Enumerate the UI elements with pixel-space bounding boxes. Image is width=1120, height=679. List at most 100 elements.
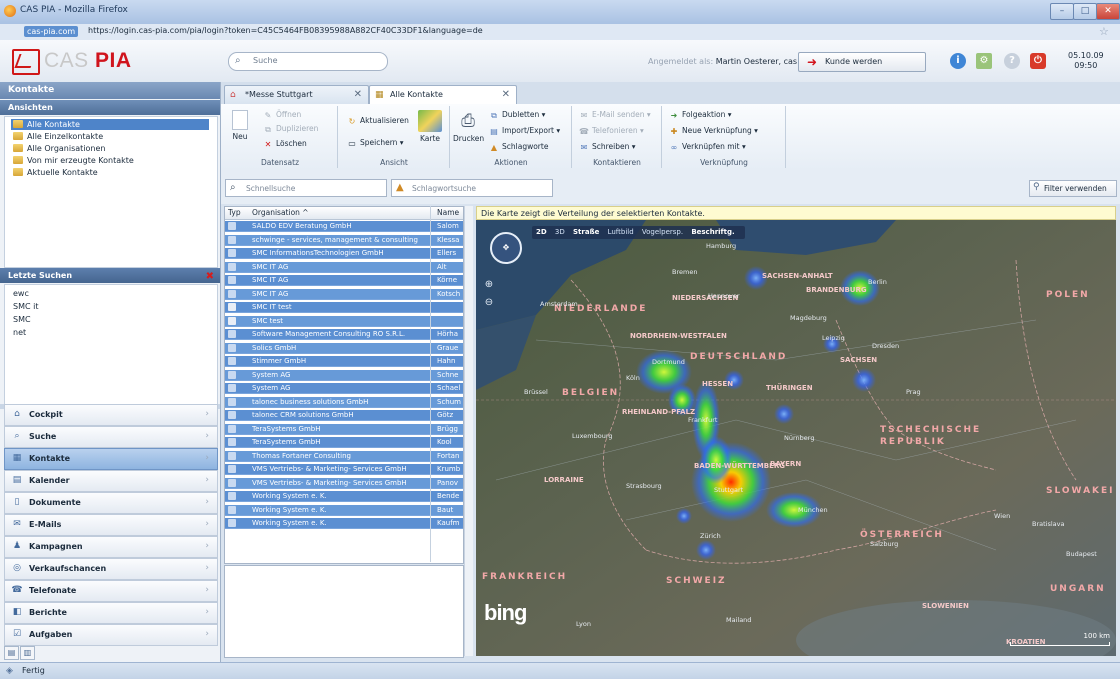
table-row[interactable]: SMC IT AG Alt: [225, 261, 463, 273]
module-berichte[interactable]: ◧ Berichte ›: [4, 602, 218, 624]
table-row[interactable]: SMC IT AG Kotsch: [225, 288, 463, 300]
module-cockpit[interactable]: ⌂ Cockpit ›: [4, 404, 218, 426]
table-row[interactable]: VMS Vertriebs- & Marketing- Services Gmb…: [225, 464, 463, 475]
karte-button[interactable]: Karte: [415, 110, 445, 143]
close-tab-icon[interactable]: ✕: [354, 89, 362, 100]
maximize-icon[interactable]: □: [1073, 3, 1097, 20]
map-mode-luftbild[interactable]: Luftbild: [608, 228, 634, 236]
drucken-button[interactable]: ⎙ Drucken: [453, 110, 484, 143]
folgeaktion-button[interactable]: ➜ Folgeaktion ▾: [669, 110, 732, 120]
table-row[interactable]: Working System e. K. Baut: [225, 504, 463, 516]
table-row[interactable]: TeraSystems GmbH Kool: [225, 437, 463, 448]
view-item-einzelkontakte[interactable]: Alle Einzelkontakte: [11, 131, 209, 142]
schlagwortsuche-input[interactable]: ▲ Schlagwortsuche: [391, 179, 553, 197]
schlagworte-button[interactable]: ▲ Schlagworte: [489, 142, 549, 152]
module-dokumente[interactable]: ▯ Dokumente ›: [4, 492, 218, 514]
loeschen-button[interactable]: ✕ Löschen: [263, 139, 307, 149]
module-kalender[interactable]: ▤ Kalender ›: [4, 470, 218, 492]
table-row[interactable]: schwinge - services, management & consul…: [225, 234, 463, 246]
recent-search-item[interactable]: net: [13, 328, 26, 337]
table-row[interactable]: SMC IT AG Körne: [225, 275, 463, 286]
table-row[interactable]: Stimmer GmbH Hahn: [225, 356, 463, 367]
table-row[interactable]: SMC InformationsTechnologien GmbH Ellers: [225, 248, 463, 259]
column-typ[interactable]: Typ: [228, 208, 241, 217]
duplizieren-button[interactable]: ⧉ Duplizieren: [263, 124, 318, 134]
module-kontakte[interactable]: ▦ Kontakte ›: [4, 448, 218, 470]
schreiben-button[interactable]: ✉ Schreiben ▾: [579, 142, 636, 152]
group-label: Datensatz: [260, 158, 300, 167]
module-verkaufschancen[interactable]: ◎ Verkaufschancen ›: [4, 558, 218, 580]
grid-scrollbar[interactable]: [464, 206, 473, 656]
module-telefonate[interactable]: ☎ Telefonate ›: [4, 580, 218, 602]
view-item-organisationen[interactable]: Alle Organisationen: [11, 143, 209, 154]
dubletten-button[interactable]: ⧉ Dubletten ▾: [489, 110, 545, 120]
help-icon[interactable]: ?: [1004, 53, 1020, 69]
group-label: Ansicht: [380, 158, 408, 167]
table-row[interactable]: System AG Schne: [225, 369, 463, 381]
table-row[interactable]: System AG Schael: [225, 383, 463, 394]
oeffnen-button[interactable]: ✎ Öffnen: [263, 110, 302, 120]
map-view[interactable]: DEUTSCHLAND NIEDERLANDE BELGIEN FRANKREI…: [476, 220, 1116, 656]
table-row[interactable]: TeraSystems GmbH Brügg: [225, 423, 463, 435]
map-mode-2d[interactable]: 2D: [536, 228, 547, 236]
telefonieren-button[interactable]: ☎ Telefonieren ▾: [579, 126, 644, 136]
close-tab-icon[interactable]: ✕: [502, 89, 510, 100]
aktualisieren-button[interactable]: ↻ Aktualisieren: [347, 116, 409, 126]
map-pan-control-icon[interactable]: ✥: [490, 232, 522, 264]
trash-icon[interactable]: ▥: [20, 646, 35, 660]
table-row[interactable]: Thomas Fortaner Consulting Fortan: [225, 450, 463, 462]
layout-icon[interactable]: ▤: [4, 646, 19, 660]
url-text[interactable]: https://login.cas-pia.com/pia/login?toke…: [88, 26, 483, 35]
recent-search-item[interactable]: ewc: [13, 289, 29, 298]
column-name[interactable]: Name: [437, 208, 459, 217]
module-kampagnen[interactable]: ♟ Kampagnen ›: [4, 536, 218, 558]
verknuepfen-mit-button[interactable]: ∞ Verknüpfen mit ▾: [669, 142, 746, 152]
module-suche[interactable]: ⌕ Suche ›: [4, 426, 218, 448]
recent-search-item[interactable]: SMC it: [13, 302, 38, 311]
power-icon[interactable]: ⏻: [1030, 53, 1046, 69]
tab-messe-stuttgart[interactable]: ⌂ *Messe Stuttgart ✕: [224, 85, 369, 104]
tab-alle-kontakte[interactable]: ▦ Alle Kontakte ✕: [369, 85, 517, 105]
view-item-alle-kontakte[interactable]: Alle Kontakte: [11, 119, 209, 130]
filter-verwenden-button[interactable]: ⚲ Filter verwenden: [1029, 180, 1117, 197]
bookmark-star-icon[interactable]: ☆: [1099, 25, 1109, 38]
global-search-input[interactable]: ⌕ Suche: [228, 52, 388, 71]
site-identity-badge[interactable]: cas-pia.com: [24, 26, 79, 37]
info-icon[interactable]: i: [950, 53, 966, 69]
table-row[interactable]: Working System e. K. Kaufm: [225, 518, 463, 529]
neue-verknuepfung-button[interactable]: ✚ Neue Verknüpfung ▾: [669, 126, 758, 136]
import-export-button[interactable]: ▤ Import/Export ▾: [489, 126, 560, 136]
zoom-in-icon[interactable]: ⊕: [482, 278, 496, 292]
table-row[interactable]: SMC test: [225, 315, 463, 327]
module-aufgaben[interactable]: ☑ Aufgaben ›: [4, 624, 218, 646]
recent-search-item[interactable]: SMC: [13, 315, 31, 324]
email-senden-button[interactable]: ✉ E-Mail senden ▾: [579, 110, 651, 120]
table-row[interactable]: Software Management Consulting RO S.R.L.…: [225, 329, 463, 340]
table-row[interactable]: SALDO EDV Beratung GmbH Salom: [225, 221, 463, 232]
settings-icon[interactable]: ⚙: [976, 53, 992, 69]
column-organisation[interactable]: Organisation ^: [252, 208, 309, 217]
close-recent-icon[interactable]: ✖: [206, 269, 214, 284]
schnellsuche-input[interactable]: ⌕ Schnellsuche: [225, 179, 387, 197]
map-mode-vogelperspektive[interactable]: Vogelpersp.: [642, 228, 683, 236]
map-mode-strasse[interactable]: Straße: [573, 228, 599, 236]
map-mode-beschriftung[interactable]: Beschriftg.: [691, 228, 734, 236]
view-item-aktuelle[interactable]: Aktuelle Kontakte: [11, 167, 209, 178]
table-row[interactable]: VMS Vertriebs- & Marketing- Services Gmb…: [225, 477, 463, 489]
map-mode-3d[interactable]: 3D: [555, 228, 565, 236]
view-item-von-mir[interactable]: Von mir erzeugte Kontakte: [11, 155, 209, 166]
table-row[interactable]: talonec business solutions GmbH Schum: [225, 396, 463, 408]
minimize-icon[interactable]: –: [1050, 3, 1074, 20]
table-row[interactable]: Solics GmbH Graue: [225, 342, 463, 354]
kunde-werden-button[interactable]: ➜ Kunde werden: [798, 52, 926, 72]
contact-type-icon: [228, 330, 236, 338]
module-emails[interactable]: ✉ E-Mails ›: [4, 514, 218, 536]
address-bar[interactable]: cas-pia.com https://login.cas-pia.com/pi…: [0, 24, 1120, 41]
table-row[interactable]: SMC IT test: [225, 302, 463, 313]
table-row[interactable]: talonec CRM solutions GmbH Götz: [225, 410, 463, 421]
speichern-button[interactable]: ▭ Speichern ▾: [347, 138, 403, 148]
table-row[interactable]: Working System e. K. Bende: [225, 491, 463, 502]
neu-button[interactable]: Neu: [225, 110, 255, 141]
zoom-out-icon[interactable]: ⊖: [482, 296, 496, 310]
close-icon[interactable]: ✕: [1096, 3, 1120, 20]
